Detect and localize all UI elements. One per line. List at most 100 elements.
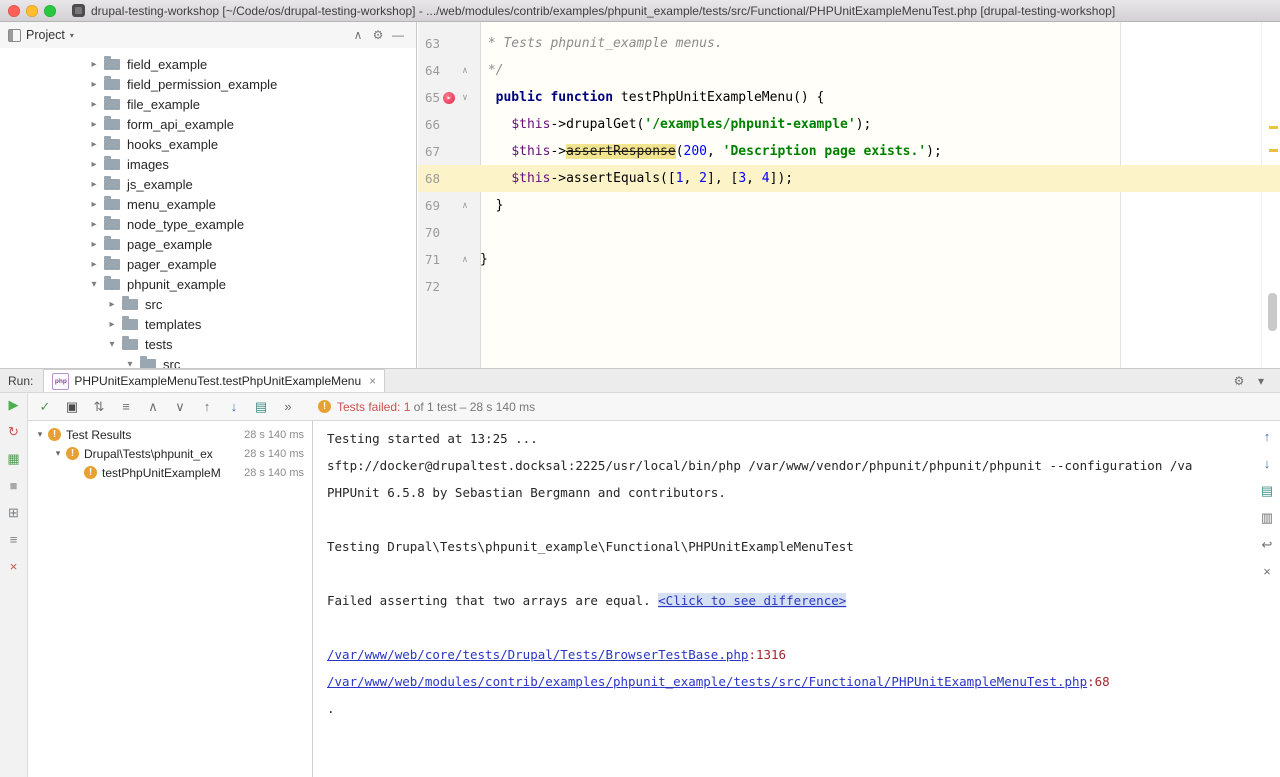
rerun-test-button[interactable]: ▶ <box>9 397 19 413</box>
project-tree-item[interactable]: ▸menu_example <box>0 194 416 214</box>
fold-marker-icon[interactable]: ∧ <box>458 255 472 265</box>
hide-panel-icon[interactable]: — <box>388 28 408 42</box>
fold-marker-icon[interactable]: ∨ <box>458 93 472 103</box>
hide-run-panel-icon[interactable]: ▾ <box>1250 374 1272 388</box>
code-text: public function testPhpUnitExampleMenu()… <box>480 90 1280 105</box>
chevron-right-icon[interactable]: ▸ <box>88 119 100 130</box>
project-tree-item[interactable]: ▾tests <box>0 334 416 354</box>
editor-line[interactable]: 68 $this->assertEquals([1, 2], [3, 4]); <box>418 165 1280 192</box>
project-tree-item[interactable]: ▸file_example <box>0 94 416 114</box>
more-actions-icon[interactable]: » <box>279 399 297 414</box>
show-output-icon[interactable]: ▣ <box>63 399 81 415</box>
project-tree-item[interactable]: ▸node_type_example <box>0 214 416 234</box>
chevron-down-icon[interactable]: ▾ <box>124 359 136 369</box>
fold-marker-icon[interactable]: ∧ <box>458 66 472 76</box>
editor-line[interactable]: 64∧ */ <box>418 57 1280 84</box>
editor-line[interactable]: 72 <box>418 273 1280 300</box>
test-tree[interactable]: ▾!Test Results28 s 140 ms▾!Drupal\Tests\… <box>28 421 313 777</box>
editor-line[interactable]: 66 $this->drupalGet('/examples/phpunit-e… <box>418 111 1280 138</box>
chevron-down-icon[interactable]: ▾ <box>88 279 100 290</box>
chevron-right-icon[interactable]: ▸ <box>88 199 100 210</box>
chevron-down-icon[interactable]: ▾ <box>70 31 74 40</box>
run-tab-title[interactable]: PHPUnitExampleMenuTest.testPhpUnitExampl… <box>74 374 361 388</box>
expand-all-icon[interactable]: ∨ <box>171 399 189 415</box>
previous-failed-test-icon[interactable]: ↑ <box>198 399 216 414</box>
editor-line[interactable]: 63 * Tests phpunit_example menus. <box>418 30 1280 57</box>
project-tree-item[interactable]: ▸page_example <box>0 234 416 254</box>
editor-line[interactable]: 70 <box>418 219 1280 246</box>
project-tree-item[interactable]: ▾src <box>0 354 416 368</box>
project-tree[interactable]: ▸field_example▸field_permission_example▸… <box>0 48 416 368</box>
editor-line[interactable]: 67 $this->assertResponse(200, 'Descripti… <box>418 138 1280 165</box>
chevron-right-icon[interactable]: ▸ <box>88 219 100 230</box>
editor-line[interactable]: 69∧ } <box>418 192 1280 219</box>
soft-wrap-button[interactable]: ↩ <box>1262 537 1273 553</box>
project-tree-item[interactable]: ▸ images <box>0 154 416 174</box>
editor-line[interactable]: 65▸∨ public function testPhpUnitExampleM… <box>418 84 1280 111</box>
test-tree-item[interactable]: ▾!Test Results28 s 140 ms <box>28 425 312 444</box>
sort-alphabetically-icon[interactable]: ≡ <box>117 399 135 414</box>
warning-stripe-mark[interactable] <box>1269 126 1278 129</box>
code-editor[interactable]: 63 * Tests phpunit_example menus.64∧ */6… <box>418 22 1280 368</box>
console-link[interactable]: /var/www/web/core/tests/Drupal/Tests/Bro… <box>327 647 748 662</box>
console-output[interactable]: Testing started at 13:25 ...sftp://docke… <box>313 421 1254 777</box>
chevron-down-icon[interactable]: ▾ <box>106 339 118 350</box>
export-test-results-icon[interactable]: ▤ <box>252 399 270 415</box>
project-tree-item[interactable]: ▸field_example <box>0 54 416 74</box>
clear-console-button[interactable]: × <box>1263 564 1271 580</box>
run-configurations-gear-icon[interactable]: ⚙ <box>1228 374 1250 388</box>
chevron-down-icon[interactable]: ▾ <box>34 429 46 440</box>
test-run-gutter-icon[interactable]: ▸ <box>443 92 455 104</box>
project-tree-item[interactable]: ▸templates <box>0 314 416 334</box>
chevron-right-icon[interactable]: ▸ <box>88 79 100 90</box>
warning-stripe-mark[interactable] <box>1269 149 1278 152</box>
zoom-window-button[interactable] <box>44 5 56 17</box>
export-console-button[interactable]: ▤ <box>1261 483 1273 499</box>
chevron-right-icon[interactable]: ▸ <box>106 299 118 310</box>
show-passed-icon[interactable]: ✓ <box>36 399 54 415</box>
next-message-button[interactable]: ↓ <box>1264 456 1271 472</box>
chevron-right-icon[interactable]: ▸ <box>88 99 100 110</box>
fold-marker-icon[interactable]: ∧ <box>458 201 472 211</box>
next-failed-test-icon[interactable]: ↓ <box>225 399 243 414</box>
project-tree-item[interactable]: ▸pager_example <box>0 254 416 274</box>
chevron-right-icon[interactable]: ▸ <box>88 159 100 170</box>
chevron-down-icon[interactable]: ▾ <box>52 448 64 459</box>
chevron-right-icon[interactable]: ▸ <box>88 239 100 250</box>
console-link[interactable]: <Click to see difference> <box>658 593 846 608</box>
test-tree-item[interactable]: ▾!Drupal\Tests\phpunit_ex28 s 140 ms <box>28 444 312 463</box>
project-tree-item[interactable]: ▸hooks_example <box>0 134 416 154</box>
chevron-right-icon[interactable]: ▸ <box>88 139 100 150</box>
close-window-button[interactable] <box>8 5 20 17</box>
restore-layout-button[interactable]: ⊞ <box>8 505 19 521</box>
project-tree-item[interactable]: ▸form_api_example <box>0 114 416 134</box>
console-link[interactable]: /var/www/web/modules/contrib/examples/ph… <box>327 674 1087 689</box>
prev-message-button[interactable]: ↑ <box>1264 429 1271 445</box>
editor-line[interactable]: 71∧} <box>418 246 1280 273</box>
folder-name: images <box>127 157 169 172</box>
chevron-right-icon[interactable]: ▸ <box>88 259 100 270</box>
chevron-right-icon[interactable]: ▸ <box>88 179 100 190</box>
editor-scrollbar-thumb[interactable] <box>1268 293 1277 331</box>
close-tab-icon[interactable]: × <box>369 374 376 388</box>
minimize-window-button[interactable] <box>26 5 38 17</box>
project-panel-title[interactable]: Project <box>26 28 65 42</box>
print-console-button[interactable]: ▥ <box>1261 510 1273 526</box>
sort-by-duration-icon[interactable]: ⇅ <box>90 399 108 415</box>
test-history-button[interactable]: ≡ <box>10 532 18 548</box>
toggle-auto-test-button[interactable]: ▦ <box>7 451 19 467</box>
collapse-all-icon[interactable]: ∧ <box>348 28 368 42</box>
rerun-failed-tests-button[interactable]: ↻ <box>8 424 19 440</box>
stop-button[interactable]: ■ <box>10 478 18 494</box>
chevron-right-icon[interactable]: ▸ <box>106 319 118 330</box>
project-tree-item[interactable]: ▸js_example <box>0 174 416 194</box>
project-tree-item[interactable]: ▸field_permission_example <box>0 74 416 94</box>
settings-gear-icon[interactable]: ⚙ <box>368 28 388 42</box>
project-tree-item[interactable]: ▾phpunit_example <box>0 274 416 294</box>
collapse-all-icon[interactable]: ∧ <box>144 399 162 415</box>
run-tab[interactable]: php PHPUnitExampleMenuTest.testPhpUnitEx… <box>43 369 385 392</box>
chevron-right-icon[interactable]: ▸ <box>88 59 100 70</box>
close-run-panel-button[interactable]: × <box>10 559 18 575</box>
project-tree-item[interactable]: ▸src <box>0 294 416 314</box>
test-tree-item[interactable]: !testPhpUnitExampleM28 s 140 ms <box>28 463 312 482</box>
